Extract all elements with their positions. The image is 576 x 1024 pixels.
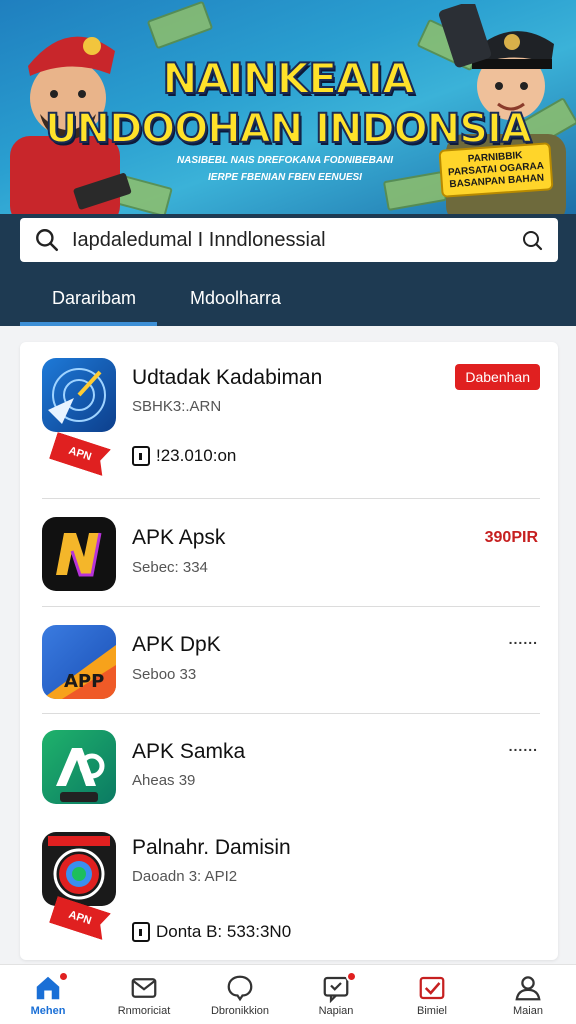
bottom-navigation: Mehen Rnmoriciat Dbronikkion Napian Bimi… bbox=[0, 964, 576, 1024]
nav-label: Mehen bbox=[30, 1005, 66, 1017]
app-meta: !23.010:on bbox=[132, 446, 236, 466]
app-icon-tag: APP bbox=[64, 671, 104, 692]
app-meta-text: Donta B: 533:3N0 bbox=[156, 922, 292, 941]
app-name: APK DpK bbox=[132, 633, 221, 656]
app-subtitle: Daoadn 3: API2 bbox=[132, 868, 238, 885]
promo-banner[interactable]: NAINKEAIA UNDOOHAN INDONSIA NASIBEBL NAI… bbox=[0, 0, 576, 214]
download-button[interactable]: Dabenhan bbox=[455, 364, 540, 390]
nav-item-chat[interactable]: Dbronikkion bbox=[192, 965, 288, 1024]
banner-subtitle: NASIBEBL NAIS DREFOKANA FODNIBEBANI bbox=[176, 155, 394, 166]
app-name: APK Apsk bbox=[132, 526, 226, 549]
search-input[interactable]: Iapdaledumal I Inndlonessial bbox=[72, 229, 520, 252]
more-options-icon[interactable]: ...... bbox=[509, 738, 538, 754]
mail-icon bbox=[131, 978, 157, 998]
nav-item-home[interactable]: Mehen bbox=[0, 965, 96, 1024]
nav-item-profile[interactable]: Maian bbox=[480, 965, 576, 1024]
app-ribbon-badge: APN bbox=[49, 432, 111, 476]
banner-subtitle-secondary: IERPE FBENIAN FBEN EENUESI bbox=[208, 172, 362, 183]
nav-item-notifications[interactable]: Napian bbox=[288, 965, 384, 1024]
app-subtitle: SBHK3:.ARN bbox=[132, 398, 222, 415]
app-price[interactable]: 390PIR bbox=[485, 529, 538, 547]
nav-item-messages[interactable]: Rnmoriciat bbox=[96, 965, 192, 1024]
app-name: Udtadak Kadabiman bbox=[132, 366, 323, 389]
search-bar[interactable]: Iapdaledumal I Inndlonessial bbox=[20, 218, 558, 262]
list-item[interactable]: APN Palnahr. Damisin Daoadn 3: API2 Dont… bbox=[20, 818, 558, 960]
tab-first[interactable]: Dararibam bbox=[52, 288, 136, 309]
nav-label: Rnmoriciat bbox=[117, 1005, 171, 1017]
app-icon-n bbox=[42, 517, 116, 591]
notification-dot bbox=[58, 971, 69, 982]
app-name: Palnahr. Damisin bbox=[132, 836, 291, 859]
app-name: APK Samka bbox=[132, 740, 246, 763]
app-icon-play: APP bbox=[42, 625, 116, 699]
list-item[interactable]: APK Apsk Sebec: 334 390PIR bbox=[20, 499, 558, 606]
list-item[interactable]: APN Udtadak Kadabiman SBHK3:.ARN !23.010… bbox=[20, 342, 558, 498]
search-icon[interactable] bbox=[34, 227, 60, 253]
notification-dot bbox=[346, 971, 357, 982]
nav-label: Bimiel bbox=[417, 1005, 447, 1017]
list-item[interactable]: APP APK DpK Seboo 33 ...... bbox=[20, 607, 558, 713]
search-submit-icon[interactable] bbox=[520, 228, 544, 252]
app-icon-a bbox=[42, 730, 116, 804]
nav-label: Dbronikkion bbox=[210, 1005, 270, 1017]
lock-icon bbox=[132, 446, 150, 466]
nav-label: Maian bbox=[513, 1005, 543, 1017]
app-list: APN Udtadak Kadabiman SBHK3:.ARN !23.010… bbox=[20, 342, 558, 960]
app-subtitle: Seboo 33 bbox=[132, 666, 197, 683]
more-options-icon[interactable]: ...... bbox=[509, 631, 538, 647]
nav-label: Napian bbox=[318, 1005, 354, 1017]
user-icon bbox=[515, 976, 541, 1001]
app-icon-radar bbox=[42, 358, 116, 432]
app-icon-lens bbox=[42, 832, 116, 906]
banner-badge: PARNIBBIK PARSATAI OGARAA BASANPAN BAHAN bbox=[438, 142, 554, 198]
banner-title-secondary: UNDOOHAN INDONSIA bbox=[44, 105, 533, 153]
nav-item-tasks[interactable]: Bimiel bbox=[384, 965, 480, 1024]
lock-icon bbox=[132, 922, 150, 942]
app-subtitle: Sebec: 334 bbox=[132, 559, 208, 576]
checkbox-icon bbox=[419, 976, 445, 1000]
chat-icon bbox=[227, 975, 253, 1002]
banner-title: NAINKEAIA bbox=[161, 53, 415, 104]
app-meta-text: !23.010:on bbox=[156, 446, 237, 465]
tab-second[interactable]: Mdoolharra bbox=[190, 288, 281, 309]
app-subtitle: Aheas 39 bbox=[132, 772, 196, 789]
list-item[interactable]: APK Samka Aheas 39 ...... bbox=[20, 714, 558, 818]
money-decoration bbox=[146, 0, 214, 50]
app-meta: Donta B: 533:3N0 bbox=[132, 922, 291, 942]
